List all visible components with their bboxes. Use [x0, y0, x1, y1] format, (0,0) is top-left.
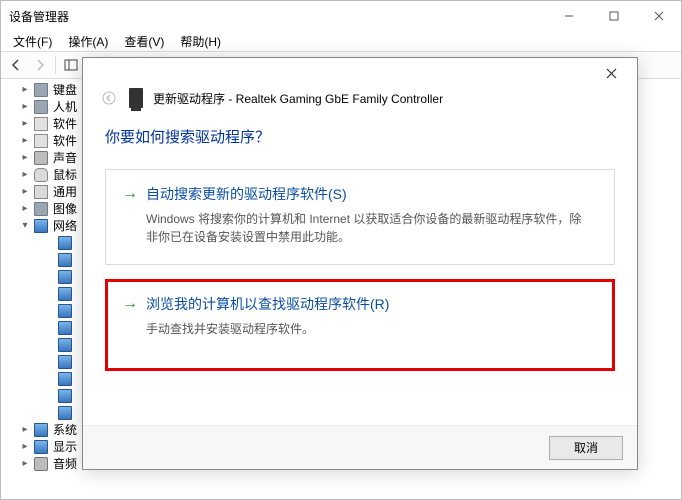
tree-toggle: [43, 390, 55, 402]
tree-label: 人机: [51, 98, 77, 115]
minimize-button[interactable]: [546, 1, 591, 31]
monitor-icon: [33, 439, 49, 455]
menubar: 文件(F) 操作(A) 查看(V) 帮助(H): [1, 31, 681, 51]
tree-toggle[interactable]: ▸: [19, 169, 31, 181]
tree-toggle[interactable]: ▸: [19, 101, 31, 113]
tree-label: 网络: [51, 217, 77, 234]
option-auto-title: 自动搜索更新的驱动程序软件(S): [146, 184, 347, 204]
option-browse-desc: 手动查找并安装驱动程序软件。: [146, 320, 586, 338]
tree-toggle: [43, 407, 55, 419]
net-icon: [57, 252, 73, 268]
tree-label: 系统: [51, 421, 77, 438]
net-icon: [57, 303, 73, 319]
dialog-question: 你要如何搜索驱动程序？: [105, 126, 615, 147]
tree-toggle[interactable]: ▸: [19, 203, 31, 215]
option-browse-computer[interactable]: → 浏览我的计算机以查找驱动程序软件(R) 手动查找并安装驱动程序软件。: [105, 279, 615, 371]
menu-action[interactable]: 操作(A): [62, 31, 114, 52]
menu-file[interactable]: 文件(F): [7, 31, 58, 52]
back-button[interactable]: [5, 54, 27, 76]
option-browse-title: 浏览我的计算机以查找驱动程序软件(R): [146, 294, 389, 314]
chip-icon: [33, 116, 49, 132]
tree-toggle[interactable]: ▸: [19, 152, 31, 164]
menu-help[interactable]: 帮助(H): [174, 31, 227, 52]
net-icon: [57, 371, 73, 387]
net-icon: [57, 235, 73, 251]
show-hide-console-button[interactable]: [60, 54, 82, 76]
close-button[interactable]: [636, 1, 681, 31]
tree-toggle: [43, 322, 55, 334]
tree-label: 声音: [51, 149, 77, 166]
tree-toggle[interactable]: ▸: [19, 84, 31, 96]
dialog-close-button[interactable]: [593, 61, 629, 85]
tree-label: 音频: [51, 455, 77, 472]
tree-toggle[interactable]: ▸: [19, 441, 31, 453]
monitor-icon: [33, 422, 49, 438]
maximize-button[interactable]: [591, 1, 636, 31]
dialog-back-button[interactable]: [99, 88, 119, 108]
tree-label: 软件: [51, 132, 77, 149]
tree-toggle[interactable]: ▸: [19, 135, 31, 147]
tree-toggle[interactable]: ▸: [19, 118, 31, 130]
tree-toggle: [43, 271, 55, 283]
net-icon: [57, 405, 73, 421]
mouse-icon: [33, 167, 49, 183]
tree-label: 图像: [51, 200, 77, 217]
tree-toggle: [43, 339, 55, 351]
speaker-icon: [33, 456, 49, 472]
net-icon: [33, 218, 49, 234]
tree-label: 通用: [51, 183, 77, 200]
tree-toggle[interactable]: ▸: [19, 424, 31, 436]
option-auto-desc: Windows 将搜索你的计算机和 Internet 以获取适合你设备的最新驱动…: [146, 210, 586, 246]
toolbar-separator: [55, 56, 56, 74]
cancel-button[interactable]: 取消: [549, 436, 623, 460]
chip-icon: [33, 133, 49, 149]
tree-label: 软件: [51, 115, 77, 132]
tree-toggle[interactable]: ▸: [19, 458, 31, 470]
tree-toggle[interactable]: ▸: [19, 186, 31, 198]
tree-toggle: [43, 356, 55, 368]
update-driver-dialog: 更新驱动程序 - Realtek Gaming GbE Family Contr…: [82, 57, 638, 470]
option-auto-search[interactable]: → 自动搜索更新的驱动程序软件(S) Windows 将搜索你的计算机和 Int…: [105, 169, 615, 265]
net-icon: [57, 286, 73, 302]
tree-toggle: [43, 373, 55, 385]
tree-toggle: [43, 288, 55, 300]
tree-label: 键盘: [51, 81, 77, 98]
tree-label: 鼠标: [51, 166, 77, 183]
usb-icon: [33, 184, 49, 200]
menu-view[interactable]: 查看(V): [118, 31, 170, 52]
tree-toggle: [43, 254, 55, 266]
net-icon: [57, 337, 73, 353]
gray-icon: [33, 99, 49, 115]
tree-toggle[interactable]: ▾: [19, 220, 31, 232]
speaker-icon: [33, 150, 49, 166]
tree-toggle: [43, 237, 55, 249]
titlebar: 设备管理器: [1, 1, 681, 31]
net-icon: [57, 388, 73, 404]
tree-label: 显示: [51, 438, 77, 455]
dialog-title: 更新驱动程序 - Realtek Gaming GbE Family Contr…: [153, 90, 443, 107]
gray-icon: [33, 201, 49, 217]
gray-icon: [33, 82, 49, 98]
device-icon: [129, 88, 143, 108]
net-icon: [57, 320, 73, 336]
net-icon: [57, 354, 73, 370]
tree-toggle: [43, 305, 55, 317]
arrow-right-icon: →: [122, 296, 138, 312]
arrow-right-icon: →: [122, 186, 138, 202]
window-title: 设备管理器: [9, 8, 546, 25]
forward-button[interactable]: [29, 54, 51, 76]
net-icon: [57, 269, 73, 285]
